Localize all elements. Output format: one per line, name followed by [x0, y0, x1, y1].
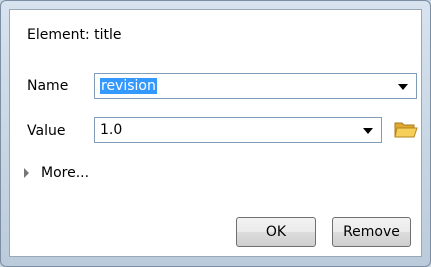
value-label: Value: [27, 123, 66, 139]
more-label[interactable]: More...: [41, 164, 89, 182]
triangle-right-icon[interactable]: [24, 168, 29, 178]
dialog-panel: Element: title Name revision Value 1.0 M…: [9, 9, 422, 257]
value-combobox[interactable]: 1.0: [94, 117, 382, 143]
name-value: revision: [100, 78, 157, 94]
name-combobox[interactable]: revision: [94, 73, 417, 99]
remove-button[interactable]: Remove: [332, 217, 411, 247]
browse-button[interactable]: [391, 115, 419, 143]
chevron-down-icon[interactable]: [363, 128, 373, 134]
name-label: Name: [27, 78, 69, 94]
chevron-down-icon[interactable]: [398, 84, 408, 90]
dialog-window: Element: title Name revision Value 1.0 M…: [0, 0, 431, 267]
folder-open-icon: [394, 122, 418, 138]
element-title-label: Element: title: [27, 27, 122, 43]
ok-button[interactable]: OK: [236, 217, 316, 247]
value-value: 1.0: [100, 122, 123, 138]
